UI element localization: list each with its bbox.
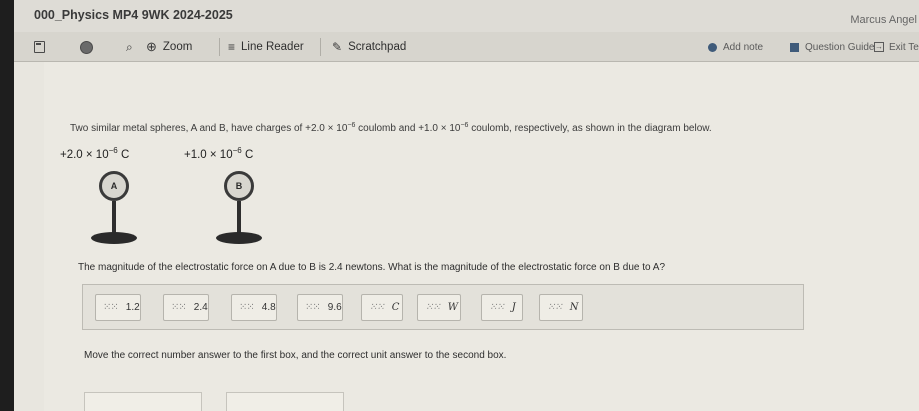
drag-handle-icon: ⁙⁙ — [547, 302, 563, 313]
pencil-icon: ✎ — [332, 40, 343, 54]
answer-chip-n[interactable]: ⁙⁙ N — [539, 294, 583, 321]
charge-b-unit: C — [244, 149, 254, 161]
zoom-label: Zoom — [162, 41, 193, 53]
instruction-text: Move the correct number answer to the fi… — [84, 350, 507, 361]
stand-b-rod — [237, 201, 241, 233]
scratchpad-label: Scratchpad — [348, 41, 407, 53]
sphere-b: B — [224, 171, 254, 201]
exit-icon: → — [874, 42, 884, 52]
line-reader-icon: ≡ — [228, 40, 236, 54]
answer-chip-c[interactable]: ⁙⁙ C — [361, 294, 403, 321]
question-area: Two similar metal spheres, A and B, have… — [44, 62, 919, 411]
course-title: 000_Physics MP4 9WK 2024-2025 — [34, 8, 233, 22]
answer-chip-label: 4.8 — [261, 302, 276, 313]
toolbar: ⌕ ⊕ Zoom ≡ Line Reader ✎ Scratchpad Add … — [14, 32, 919, 62]
answer-chip-2-4[interactable]: ⁙⁙ 2.4 — [163, 294, 209, 321]
answer-chip-label: 9.6 — [327, 302, 342, 313]
question-prompt: The magnitude of the electrostatic force… — [78, 262, 666, 273]
answer-chip-w[interactable]: ⁙⁙ W — [417, 294, 461, 321]
answer-chip-9-6[interactable]: ⁙⁙ 9.6 — [297, 294, 343, 321]
toolbar-divider — [320, 38, 321, 56]
stand-b-base — [216, 232, 262, 244]
sphere-b-letter: B — [235, 181, 243, 191]
stand-a-base — [91, 232, 137, 244]
exit-label: Exit Te — [889, 41, 919, 53]
answer-chip-label: J — [511, 302, 516, 313]
answer-chip-label: 1.2 — [125, 302, 140, 313]
calculator-button[interactable] — [34, 32, 45, 62]
drag-handle-icon: ⁙⁙ — [171, 302, 187, 313]
drag-handle-icon: ⁙⁙ — [103, 302, 119, 313]
answer-bank: ⁙⁙ 1.2 ⁙⁙ 2.4 ⁙⁙ 4.8 ⁙⁙ 9.6 ⁙⁙ C ⁙⁙ W ⁙⁙… — [82, 284, 804, 330]
line-reader-button[interactable]: ≡ Line Reader — [228, 32, 304, 62]
charge-a-unit: C — [120, 149, 130, 161]
charge-a-label: +2.0 × 10−6 C — [60, 146, 129, 161]
answer-chip-4-8[interactable]: ⁙⁙ 4.8 — [231, 294, 277, 321]
header-bar: 000_Physics MP4 9WK 2024-2025 Marcus Ang… — [14, 0, 919, 32]
charge-b-exponent: −6 — [232, 146, 242, 155]
number-answer-dropzone[interactable] — [84, 392, 202, 411]
charge-a-exponent: −6 — [108, 146, 118, 155]
zoom-in-button[interactable]: ⊕ Zoom — [146, 32, 192, 62]
user-name: Marcus Angel — [850, 14, 917, 26]
drag-handle-icon: ⁙⁙ — [425, 302, 441, 313]
add-note-icon — [708, 42, 717, 52]
answer-chip-label: 2.4 — [193, 302, 208, 313]
question-intro-3: coulomb, respectively, as shown in the d… — [468, 123, 712, 134]
globe-icon — [80, 40, 93, 54]
answer-chip-1-2[interactable]: ⁙⁙ 1.2 — [95, 294, 141, 321]
stand-a-rod — [112, 201, 116, 233]
charge-a-base: +2.0 × 10 — [60, 149, 109, 161]
question-stem: Two similar metal spheres, A and B, have… — [70, 122, 712, 134]
answer-chip-j[interactable]: ⁙⁙ J — [481, 294, 523, 321]
test-window: 000_Physics MP4 9WK 2024-2025 Marcus Ang… — [14, 0, 919, 411]
line-reader-label: Line Reader — [241, 41, 304, 53]
zoom-in-icon: ⊕ — [146, 39, 157, 54]
exit-test-button[interactable]: → Exit Te — [874, 32, 919, 62]
scratchpad-button[interactable]: ✎ Scratchpad — [332, 32, 406, 62]
reference-button[interactable] — [80, 32, 99, 62]
answer-chip-label: C — [391, 302, 400, 313]
question-guide-button[interactable]: Question Guide — [790, 32, 875, 62]
zoom-out-icon: ⌕ — [126, 39, 133, 54]
question-intro-2: coulomb and +1.0 × 10 — [355, 123, 461, 134]
answer-chip-label: N — [569, 302, 579, 313]
question-intro-1: Two similar metal spheres, A and B, have… — [70, 123, 348, 134]
sphere-a-letter: A — [110, 181, 118, 191]
sphere-a: A — [99, 171, 129, 201]
question-guide-label: Question Guide — [805, 41, 875, 53]
charge-b-label: +1.0 × 10−6 C — [184, 146, 253, 161]
add-note-label: Add note — [723, 41, 764, 53]
add-note-button[interactable]: Add note — [708, 32, 763, 62]
toolbar-divider — [219, 38, 220, 56]
calculator-icon — [34, 41, 45, 53]
answer-chip-label: W — [447, 302, 459, 313]
zoom-out-button[interactable]: ⌕ — [126, 32, 139, 62]
question-guide-icon — [790, 42, 799, 52]
charge-b-base: +1.0 × 10 — [184, 149, 233, 161]
drag-handle-icon: ⁙⁙ — [305, 302, 321, 313]
drag-handle-icon: ⁙⁙ — [489, 302, 505, 313]
unit-answer-dropzone[interactable] — [226, 392, 344, 411]
drag-handle-icon: ⁙⁙ — [239, 302, 255, 313]
drag-handle-icon: ⁙⁙ — [369, 302, 385, 313]
